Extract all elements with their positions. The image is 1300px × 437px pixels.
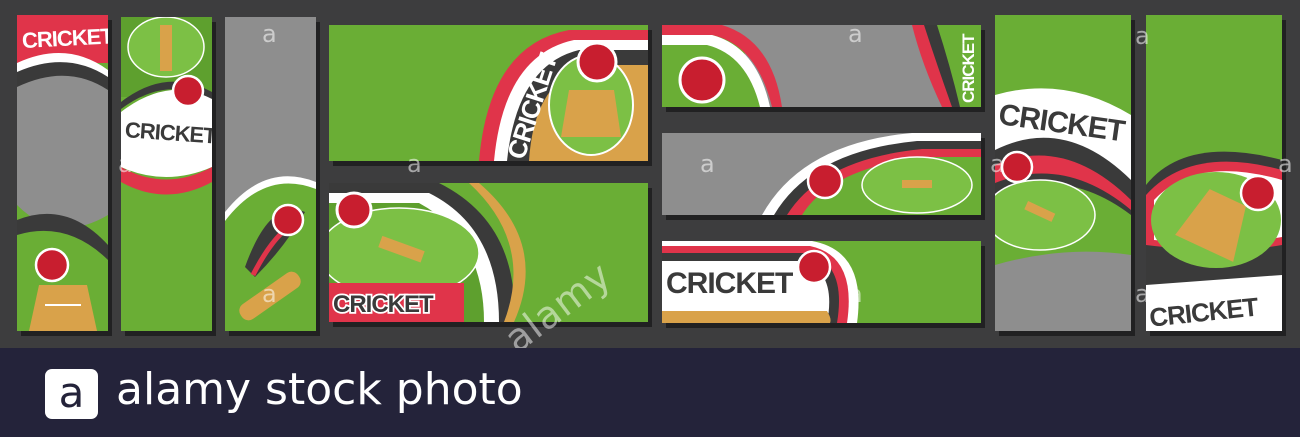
watermark-letter: a (848, 280, 863, 308)
watermark-letter: a (1135, 22, 1150, 50)
watermark-letter: a (407, 150, 422, 178)
banner-word: CRICKET (501, 49, 563, 161)
cricket-ball-icon (271, 203, 305, 237)
watermark-letter: a (700, 150, 715, 178)
cricket-ball-icon (678, 56, 726, 104)
banner-word: CRICKET (959, 33, 978, 103)
cricket-ball-icon (34, 247, 70, 283)
banner-word: CRICKET (997, 98, 1127, 148)
banner-word: CRICKET (1148, 291, 1260, 331)
banner-word: CRICKET (666, 267, 793, 300)
cricket-ball-icon (1239, 174, 1277, 212)
vertical-banner-5: CRICKET (1146, 15, 1282, 331)
cricket-ball-icon (1000, 150, 1034, 184)
watermark-letter: a (262, 20, 277, 48)
watermark-letter: a (118, 150, 133, 178)
watermark-letter: a (262, 280, 277, 308)
cricket-ball-icon (576, 41, 618, 83)
banner-word: CRICKET (21, 23, 108, 53)
banner-word: CRICKET (124, 117, 212, 148)
banner-collection: CRICKET CRICKET CRICKET CRICKET CRICKET … (0, 0, 1300, 361)
vertical-banner-2: CRICKET (121, 17, 212, 331)
watermark-letter: a (848, 20, 863, 48)
horizontal-banner-5: CRICKET (662, 241, 981, 323)
watermark-letter: a (990, 150, 1005, 178)
footer-brand-text: alamy stock photo (116, 364, 523, 415)
horizontal-banner-3: CRICKET (662, 25, 981, 107)
cricket-ball-icon (806, 162, 844, 200)
cricket-ball-icon (171, 74, 205, 108)
watermark-letter: a (1135, 280, 1150, 308)
banner-word: CRICKET (333, 291, 434, 318)
cricket-ball-icon (335, 191, 373, 229)
vertical-banner-4: CRICKET (995, 15, 1131, 331)
horizontal-banner-1: CRICKET (329, 25, 648, 161)
alamy-logo-icon: a (45, 369, 98, 419)
watermark-letter: a (1278, 150, 1293, 178)
vertical-banner-1: CRICKET (17, 15, 108, 331)
cricket-ball-icon (796, 249, 832, 285)
